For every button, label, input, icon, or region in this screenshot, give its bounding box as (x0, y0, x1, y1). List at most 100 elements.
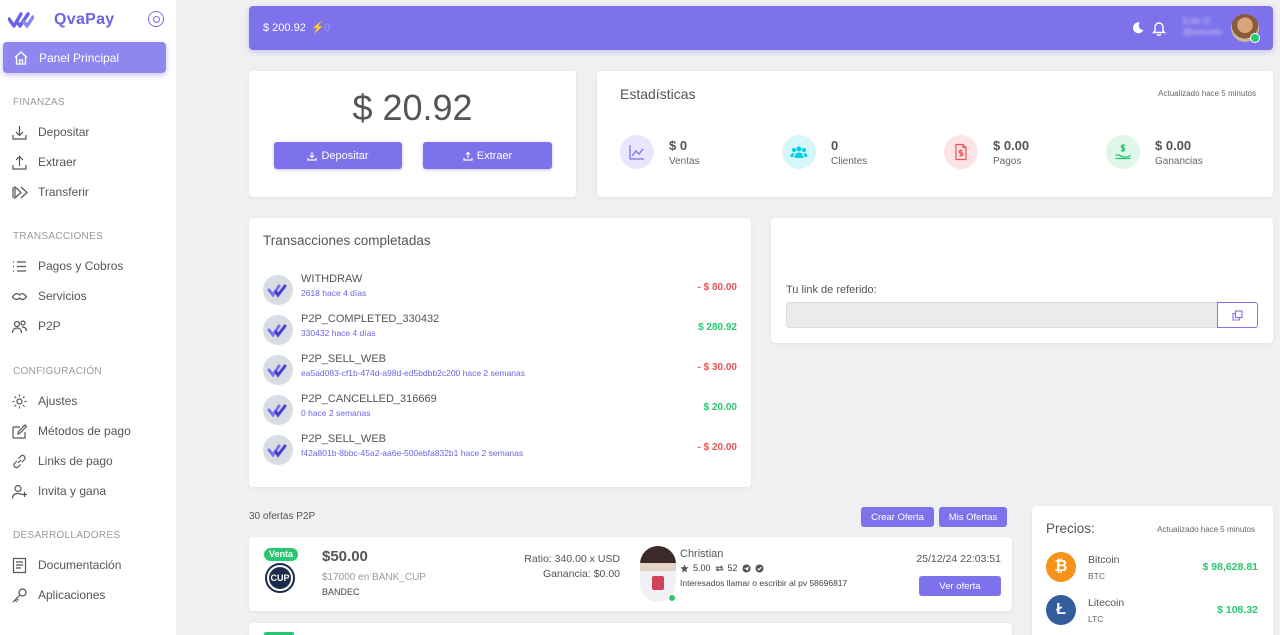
sidebar-item-label: Aplicaciones (38, 588, 106, 602)
stat-label: Pagos (993, 155, 1022, 167)
gear-icon (12, 394, 27, 408)
table-row[interactable]: P2P_CANCELLED_316669 0 hace 2 semanas $ … (263, 393, 737, 427)
sidebar-item-label: P2P (38, 319, 61, 333)
sidebar-item-label: Ajustes (38, 394, 78, 408)
create-offer-button[interactable]: Crear Oferta (861, 507, 934, 527)
table-row[interactable]: P2P_COMPLETED_330432 330432 hace 4 días … (263, 313, 737, 347)
seller-note: Interesados llamar o escribir al pv 5869… (680, 578, 848, 588)
list-item[interactable]: Ł Litecoin LTC $ 108.32 (1046, 595, 1258, 629)
sidebar-item-label: Servicios (38, 289, 87, 303)
transaction-subtitle: f42a801b-8bbc-45a2-aa6e-500ebfa832b1 hac… (301, 448, 524, 458)
sidebar-item-depositar[interactable]: Depositar (11, 122, 89, 142)
sidebar-item-label: Depositar (38, 125, 90, 139)
sidebar-item-label: Documentación (38, 558, 122, 572)
my-offers-button[interactable]: Mis Ofertas (939, 507, 1007, 527)
qvapay-logo-icon (263, 395, 293, 425)
star-icon (680, 563, 689, 572)
avatar[interactable] (1231, 14, 1260, 43)
download-icon (12, 125, 27, 140)
stat-ganancias: $ 0.00 Ganancias (1106, 135, 1203, 169)
table-row[interactable]: P2P_SELL_WEB f42a801b-8bbc-45a2-aa6e-500… (263, 433, 737, 467)
table-row[interactable]: P2P_SELL_WEB ea5ad083-cf1b-474d-a98d-ed5… (263, 353, 737, 387)
offer-date: 25/12/24 22:03:51 (916, 553, 1001, 565)
sidebar-item-label: Extraer (38, 155, 77, 169)
list-item[interactable]: ₿ Bitcoin BTC $ 98,628.81 (1046, 552, 1258, 586)
transactions-title: Transacciones completadas (263, 233, 431, 248)
table-row[interactable]: WITHDRAW 2618 hace 4 días - $ 80.00 (263, 273, 737, 307)
link-icon (13, 454, 26, 468)
deposit-button-label: Depositar (321, 149, 369, 162)
sidebar-item-metodos-de-pago[interactable]: Métodos de pago (11, 421, 131, 441)
stat-label: Ganancias (1155, 155, 1203, 167)
offers-count: 30 ofertas P2P (249, 511, 316, 522)
seller-name[interactable]: Christian (680, 548, 723, 560)
sidebar-item-invita-y-gana[interactable]: Invita y gana (11, 481, 106, 501)
transaction-title: P2P_SELL_WEB (301, 433, 386, 445)
top-bar: $ 200.92 ⚡ 0 Erlin D @erenelo (249, 6, 1273, 50)
prices-title: Precios: (1046, 521, 1095, 536)
sidebar-item-servicios[interactable]: Servicios (11, 286, 87, 306)
user-plus-icon (11, 484, 27, 499)
transaction-subtitle: 0 hace 2 semanas (301, 408, 371, 418)
upload-icon (12, 155, 27, 170)
moon-icon[interactable] (1131, 21, 1145, 35)
referral-label: Tu link de referido: (786, 284, 877, 296)
referral-card: Tu link de referido: (771, 218, 1273, 343)
referral-link-field[interactable] (786, 302, 1218, 328)
users-icon (782, 135, 816, 169)
transaction-amount: $ 280.92 (698, 322, 737, 333)
bitcoin-icon: ₿ (1046, 552, 1076, 582)
users-icon (11, 319, 28, 333)
balance-amount: $ 20.92 (352, 87, 473, 128)
upload-icon (463, 151, 473, 161)
sidebar-item-extraer[interactable]: Extraer (11, 152, 77, 172)
sidebar-item-pagos-y-cobros[interactable]: Pagos y Cobros (11, 256, 123, 276)
coin-symbol: LTC (1088, 614, 1104, 624)
stat-clientes: 0 Clientes (782, 135, 867, 169)
cup-coin-icon: CUP (265, 563, 295, 593)
coin-symbol: BTC (1088, 571, 1105, 581)
transaction-amount: - $ 20.00 (697, 442, 737, 453)
list-icon (13, 260, 26, 272)
offer-card[interactable] (249, 623, 1012, 635)
section-title-configuracion: CONFIGURACIÓN (13, 366, 102, 377)
document-icon (12, 557, 27, 573)
transaction-amount: - $ 80.00 (697, 282, 737, 293)
qvapay-logo-icon (8, 12, 34, 28)
stats-title: Estadísticas (620, 86, 696, 102)
sidebar-item-label: Pagos y Cobros (38, 259, 124, 273)
copy-button[interactable] (1217, 302, 1258, 328)
offer-price: $50.00 (322, 548, 368, 565)
brand-name: QvaPay (54, 11, 115, 28)
balance-card: $ 20.92 Depositar Extraer (249, 71, 576, 197)
sidebar-item-links-de-pago[interactable]: Links de pago (11, 451, 113, 471)
sidebar-item-p2p[interactable]: P2P (11, 316, 61, 336)
stats-updated: Actualizado hace 5 minutos (1158, 89, 1256, 98)
home-icon (14, 50, 28, 65)
brand[interactable]: QvaPay (8, 8, 168, 32)
sidebar-toggle-icon[interactable] (148, 11, 164, 27)
repeat-icon (715, 564, 723, 572)
sidebar-item-documentacion[interactable]: Documentación (11, 555, 121, 575)
sidebar-item-transferir[interactable]: Transferir (11, 182, 89, 202)
transaction-title: P2P_COMPLETED_330432 (301, 313, 440, 325)
sidebar-item-panel-principal[interactable]: Panel Principal (3, 42, 166, 73)
seller-stats: 5.00 52 (680, 563, 764, 573)
view-offer-button[interactable]: Ver oferta (919, 576, 1001, 596)
transaction-title: WITHDRAW (301, 273, 363, 285)
edit-icon (12, 423, 28, 439)
deposit-button[interactable]: Depositar (274, 142, 402, 169)
verified-icon (754, 563, 764, 573)
offer-card[interactable]: Venta CUP $50.00 $17000 en BANK_CUP BAND… (249, 537, 1012, 611)
sidebar-item-aplicaciones[interactable]: Aplicaciones (11, 585, 105, 605)
bell-icon[interactable] (1151, 20, 1167, 36)
online-indicator (668, 594, 676, 602)
services-icon (11, 292, 28, 300)
withdraw-button[interactable]: Extraer (423, 142, 552, 169)
seller-trades: 52 (727, 563, 738, 573)
stat-value: 0 (831, 137, 839, 153)
qvapay-logo-icon (263, 435, 293, 465)
transaction-amount: $ 20.00 (703, 402, 737, 413)
sidebar-item-ajustes[interactable]: Ajustes (11, 391, 77, 411)
trending-up-icon (620, 135, 654, 169)
